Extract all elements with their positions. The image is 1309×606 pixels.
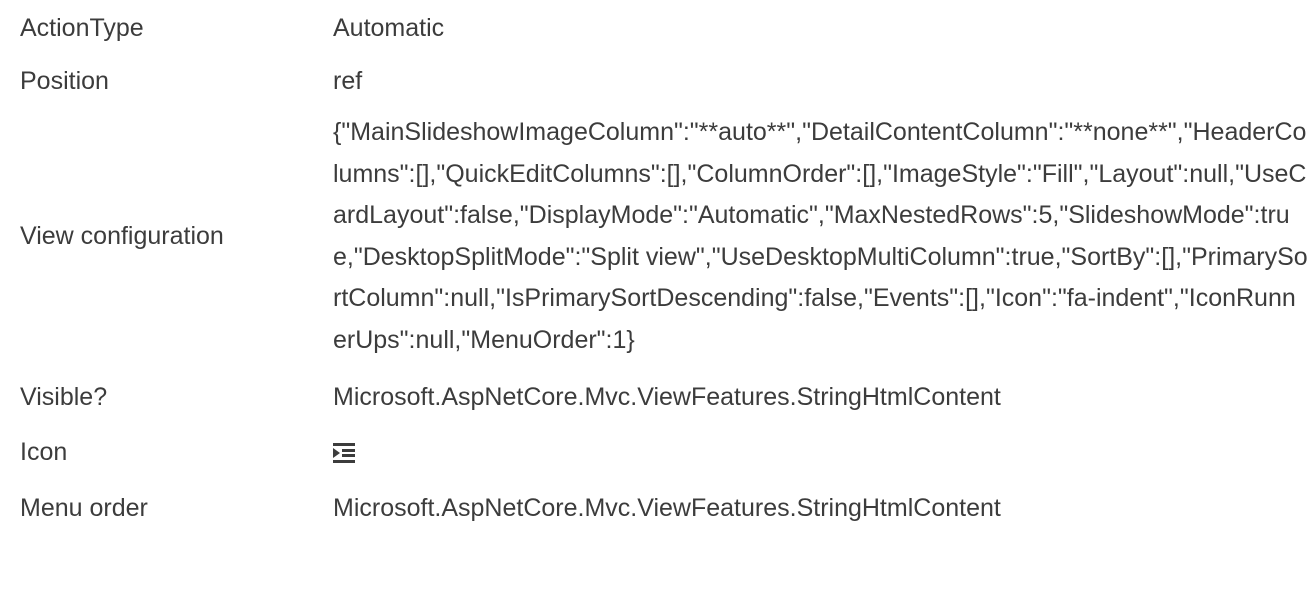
property-row-position: Position ref — [20, 56, 1309, 106]
property-row-view-configuration: View configuration {"MainSlideshowImageC… — [20, 106, 1309, 369]
property-label: View configuration — [20, 222, 224, 250]
property-label: Menu order — [20, 493, 148, 522]
property-label: Visible? — [20, 383, 108, 411]
properties-list: ActionType Automatic Position ref View c… — [20, 0, 1309, 538]
property-row-icon: Icon — [20, 426, 1309, 478]
property-label: Icon — [20, 437, 68, 466]
property-row-menu-order: Menu order Microsoft.AspNetCore.Mvc.View… — [20, 478, 1309, 538]
property-label: ActionType — [20, 13, 144, 42]
indent-icon — [333, 442, 355, 463]
property-value: {"MainSlideshowImageColumn":"**auto**","… — [333, 118, 1308, 354]
property-row-visible: Visible? Microsoft.AspNetCore.Mvc.ViewFe… — [20, 369, 1309, 426]
property-value: Automatic — [333, 13, 445, 42]
property-value: ref — [333, 66, 363, 95]
property-label: Position — [20, 66, 109, 95]
property-row-action-type: ActionType Automatic — [20, 0, 1309, 56]
property-value: Microsoft.AspNetCore.Mvc.ViewFeatures.St… — [333, 493, 1001, 522]
property-value — [333, 438, 1309, 467]
property-value: Microsoft.AspNetCore.Mvc.ViewFeatures.St… — [333, 383, 1001, 411]
